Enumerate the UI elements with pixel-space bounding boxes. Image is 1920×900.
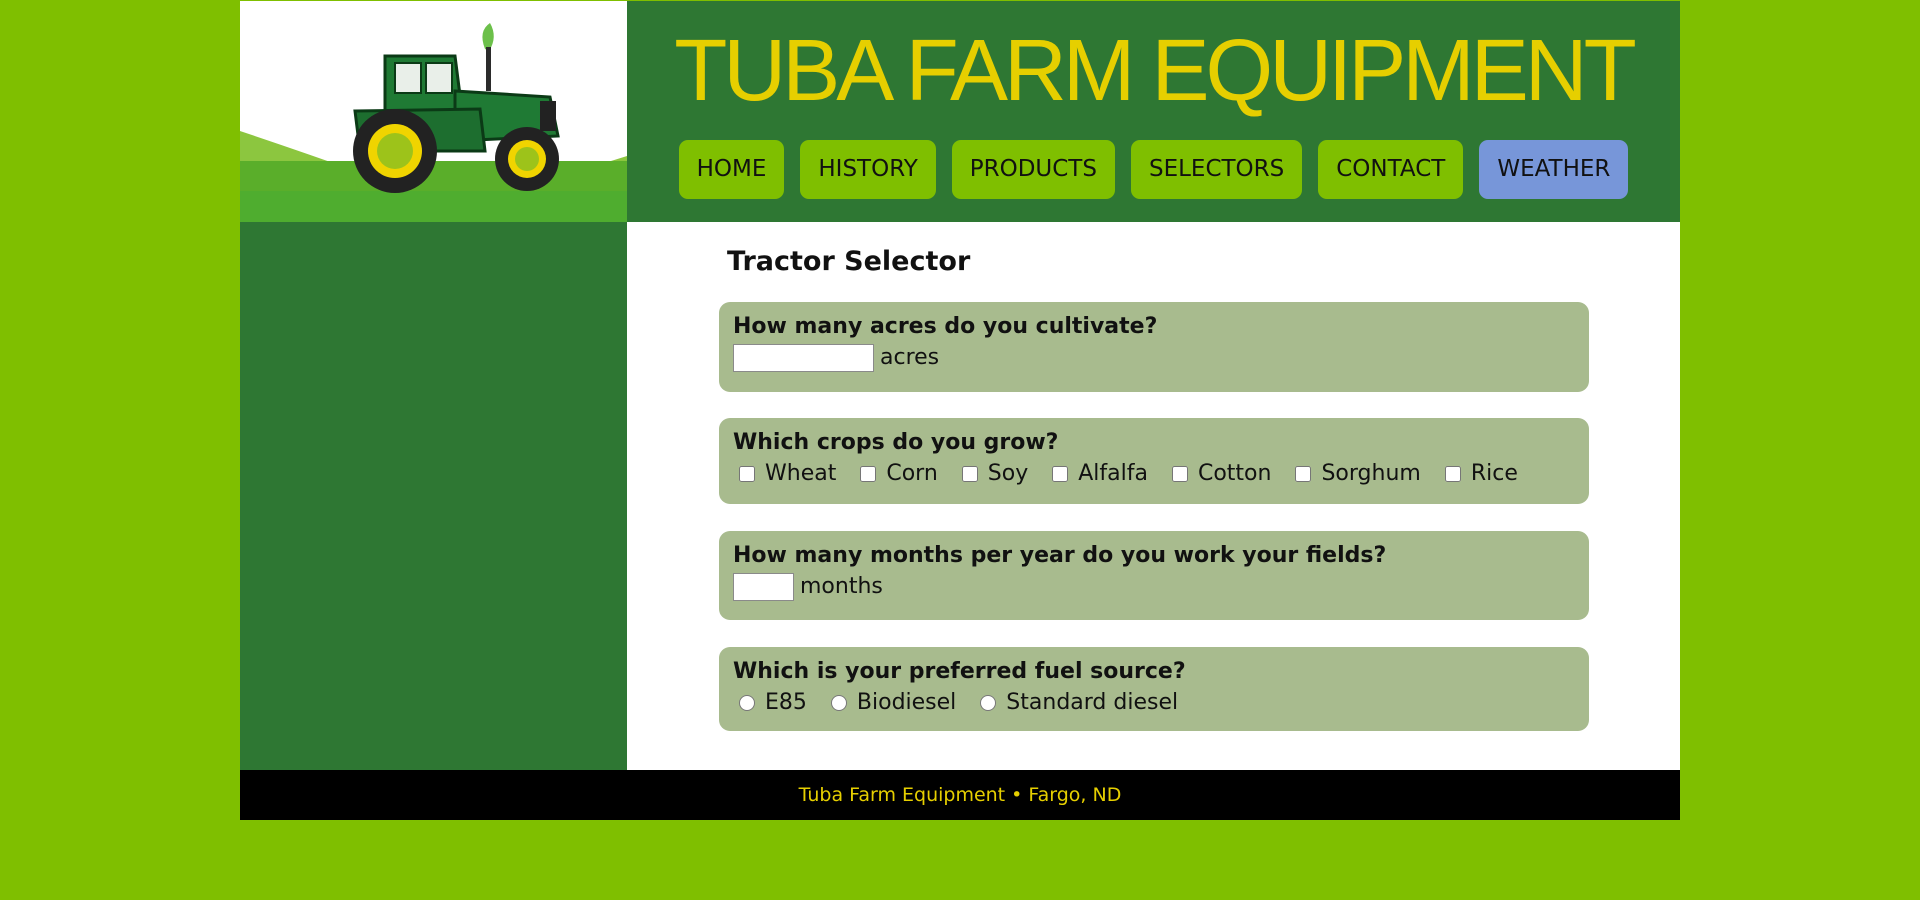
- nav-weather-button[interactable]: WEATHER: [1479, 140, 1629, 199]
- crop-checkbox-sorghum[interactable]: [1295, 466, 1312, 482]
- crop-checkbox-cotton[interactable]: [1171, 466, 1188, 482]
- crop-label-alfalfa: Alfalfa: [1078, 461, 1148, 486]
- sidebar: [240, 222, 627, 770]
- acres-label: How many acres do you cultivate?: [733, 314, 1158, 339]
- nav-history-button[interactable]: HISTORY: [800, 140, 936, 199]
- fuel-question: Which is your preferred fuel source? E85…: [719, 647, 1589, 731]
- fuel-option-biodiesel[interactable]: Biodiesel: [825, 687, 956, 719]
- crop-option-rice[interactable]: Rice: [1439, 458, 1518, 490]
- fuel-radio-standard-diesel[interactable]: [980, 695, 997, 711]
- crop-label-rice: Rice: [1470, 461, 1518, 486]
- logo[interactable]: [240, 1, 627, 222]
- crop-label-cotton: Cotton: [1197, 461, 1272, 486]
- acres-unit: acres: [880, 345, 940, 370]
- crop-checkbox-wheat[interactable]: [739, 466, 755, 482]
- months-label: How many months per year do you work you…: [733, 543, 1387, 568]
- crop-option-soy[interactable]: Soy: [956, 458, 1028, 490]
- main-nav: HOME HISTORY PRODUCTS SELECTORS CONTACT …: [627, 140, 1680, 199]
- tractor-icon: [240, 23, 627, 222]
- crop-label-wheat: Wheat: [765, 461, 837, 486]
- site-title: TUBA FARM EQUIPMENT: [674, 22, 1636, 119]
- crops-label: Which crops do you grow?: [733, 430, 1059, 455]
- crop-option-wheat[interactable]: Wheat: [733, 458, 836, 490]
- crops-question: Which crops do you grow? Wheat Corn Soy …: [719, 418, 1589, 504]
- nav-contact-button[interactable]: CONTACT: [1318, 140, 1464, 199]
- fuel-option-standard-diesel[interactable]: Standard diesel: [974, 687, 1178, 719]
- crop-checkbox-corn[interactable]: [860, 466, 877, 482]
- nav-home-button[interactable]: HOME: [678, 140, 785, 199]
- crop-option-sorghum[interactable]: Sorghum: [1289, 458, 1421, 490]
- crop-checkbox-soy[interactable]: [961, 466, 978, 482]
- crop-label-sorghum: Sorghum: [1321, 461, 1421, 486]
- crop-checkbox-rice[interactable]: [1444, 466, 1461, 482]
- site-header: TUBA FARM EQUIPMENT HOME HISTORY PRODUCT…: [627, 1, 1680, 222]
- footer-text: Tuba Farm Equipment • Fargo, ND: [798, 784, 1122, 806]
- nav-selectors-button[interactable]: SELECTORS: [1130, 140, 1303, 199]
- fuel-label-biodiesel: Biodiesel: [856, 690, 957, 715]
- fuel-radio-e85[interactable]: [739, 695, 755, 711]
- months-question: How many months per year do you work you…: [719, 531, 1589, 620]
- crop-checkbox-alfalfa[interactable]: [1052, 466, 1069, 482]
- fuel-label-standard-diesel: Standard diesel: [1006, 690, 1179, 715]
- acres-input[interactable]: [733, 344, 874, 372]
- crop-option-alfalfa[interactable]: Alfalfa: [1046, 458, 1148, 490]
- nav-products-button[interactable]: PRODUCTS: [951, 140, 1115, 199]
- main-content: Tractor Selector How many acres do you c…: [627, 222, 1680, 770]
- months-unit: months: [800, 574, 883, 599]
- fuel-label-e85: E85: [765, 690, 807, 715]
- crop-option-cotton[interactable]: Cotton: [1166, 458, 1271, 490]
- months-input[interactable]: [733, 573, 794, 601]
- fuel-radio-biodiesel[interactable]: [830, 695, 847, 711]
- site-footer: Tuba Farm Equipment • Fargo, ND: [240, 770, 1680, 820]
- fuel-label: Which is your preferred fuel source?: [733, 659, 1186, 684]
- crop-label-soy: Soy: [987, 461, 1029, 486]
- fuel-option-e85[interactable]: E85: [733, 687, 807, 719]
- acres-question: How many acres do you cultivate? acres: [719, 302, 1589, 392]
- crop-option-corn[interactable]: Corn: [854, 458, 938, 490]
- page: TUBA FARM EQUIPMENT HOME HISTORY PRODUCT…: [240, 1, 1680, 820]
- crop-label-corn: Corn: [886, 461, 938, 486]
- page-title: Tractor Selector: [727, 246, 971, 277]
